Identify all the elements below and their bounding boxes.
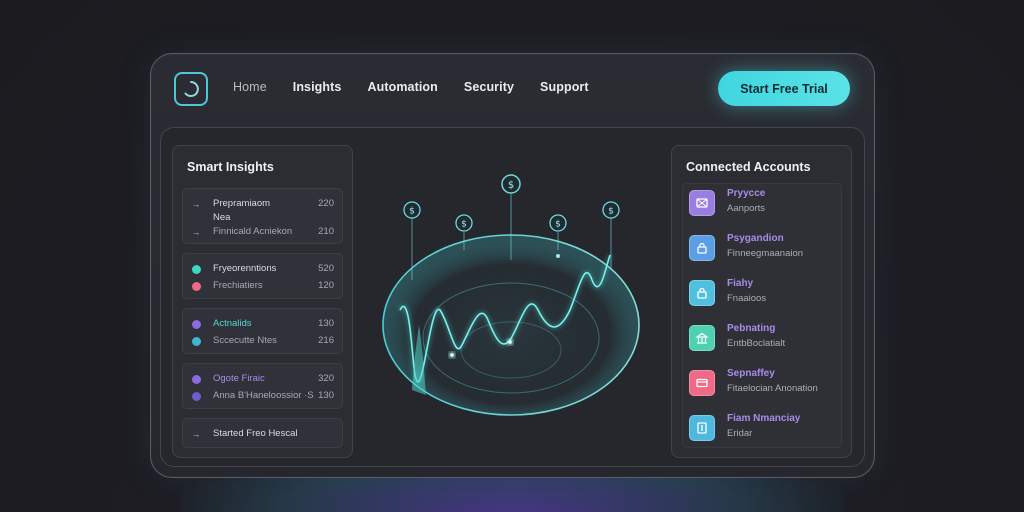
insight-value: 320 xyxy=(318,373,334,384)
card-icon xyxy=(689,370,715,396)
account-name: Fiahy xyxy=(727,278,754,289)
nav-support[interactable]: Support xyxy=(540,80,589,94)
dollar-pin-icon[interactable]: $ xyxy=(602,201,620,219)
insight-row: Actnalids 130 xyxy=(183,317,342,333)
svg-text:$: $ xyxy=(461,220,467,230)
insight-card[interactable]: Ogote Firaic 320 Anna B'Haneloossior ·S … xyxy=(182,363,343,409)
insight-label: Sccecutte Ntes xyxy=(213,335,277,346)
insight-label: Nea xyxy=(213,212,231,223)
status-dot xyxy=(192,337,201,346)
top-nav: Home Insights Automation Security Suppor… xyxy=(233,80,589,94)
status-dot xyxy=(192,282,201,291)
status-dot xyxy=(192,265,201,274)
bank-icon xyxy=(689,325,715,351)
insight-card[interactable]: Actnalids 130 Sccecutte Ntes 216 xyxy=(182,308,343,354)
data-point xyxy=(556,254,560,258)
dollar-pin-icon[interactable]: $ xyxy=(403,201,421,219)
insight-label: Finnicald Acniekon xyxy=(213,226,293,237)
arrow-right-icon: → xyxy=(191,227,201,237)
dollar-pin-icon[interactable]: $ xyxy=(455,214,473,232)
insight-label: Anna B'Haneloossior ·S xyxy=(213,390,314,401)
document-icon xyxy=(689,415,715,441)
logo-icon xyxy=(184,81,199,97)
panel-title: Smart Insights xyxy=(187,160,274,174)
insight-value: 216 xyxy=(318,335,334,346)
arrow-right-icon: → xyxy=(191,199,201,209)
account-description: Fnaaioos xyxy=(727,293,767,304)
insight-row: → Finnicald Acniekon 210 xyxy=(183,225,342,241)
insight-label: Ogote Firaic xyxy=(213,373,265,384)
insight-card[interactable]: → Started Freo Hescal xyxy=(182,418,343,448)
status-dot xyxy=(192,375,201,384)
accounts-list: Pryycce Aanports Psygandion Finneegmaana… xyxy=(682,183,842,448)
account-name: Sepnaffey xyxy=(727,368,775,379)
account-name: Fiam Nmanciay xyxy=(727,413,801,424)
insight-card[interactable]: Fryeorenntions 520 Frechiatiers 120 xyxy=(182,253,343,299)
nav-home[interactable]: Home xyxy=(233,80,267,94)
insight-value: 130 xyxy=(318,390,334,401)
account-item[interactable]: Fiahy Fnaaioos xyxy=(689,276,839,312)
insight-row: Sccecutte Ntes 216 xyxy=(183,334,342,350)
account-item[interactable]: Pryycce Aanports xyxy=(689,186,839,222)
insight-row: Fryeorenntions 520 xyxy=(183,262,342,278)
account-item[interactable]: Pebnating EntbBoclatialt xyxy=(689,321,839,357)
account-name: Psygandion xyxy=(727,233,784,244)
insight-label: Frechiatiers xyxy=(213,280,263,291)
insight-value: 120 xyxy=(318,280,334,291)
svg-text:$: $ xyxy=(409,207,415,217)
status-dot xyxy=(192,320,201,329)
nav-automation[interactable]: Automation xyxy=(367,80,437,94)
svg-text:$: $ xyxy=(555,220,561,230)
insight-value: 210 xyxy=(318,226,334,237)
insight-value: 130 xyxy=(318,318,334,329)
account-name: Pebnating xyxy=(727,323,776,334)
account-description: Eridar xyxy=(727,428,753,439)
insight-row: Frechiatiers 120 xyxy=(183,279,342,295)
insight-label: Fryeorenntions xyxy=(213,263,277,274)
insight-label: Prepramiaom xyxy=(213,198,271,209)
arrow-right-icon: → xyxy=(191,429,201,439)
data-point xyxy=(450,353,454,357)
dollar-pin-icon[interactable]: $ xyxy=(549,214,567,232)
svg-text:$: $ xyxy=(608,207,614,217)
start-free-trial-button[interactable]: Start Free Trial xyxy=(718,71,850,106)
app-logo[interactable] xyxy=(174,72,208,106)
insight-value: 220 xyxy=(318,198,334,209)
lock-icon xyxy=(689,235,715,261)
account-item[interactable]: Sepnaffey Fitaelocian Anonation xyxy=(689,366,839,402)
insights-visualization: $ $ $ $ $ xyxy=(382,174,640,416)
panel-title: Connected Accounts xyxy=(686,160,811,174)
account-description: Finneegmaanaion xyxy=(727,248,804,259)
insight-label: Actnalids xyxy=(213,318,252,329)
grid-icon xyxy=(689,190,715,216)
account-item[interactable]: Psygandion Finneegmaanaion xyxy=(689,231,839,267)
nav-security[interactable]: Security xyxy=(464,80,514,94)
insight-row: Ogote Firaic 320 xyxy=(183,372,342,388)
insight-card[interactable]: → Prepramiaom 220 Nea → Finnicald Acniek… xyxy=(182,188,343,244)
insight-label: Started Freo Hescal xyxy=(213,428,298,439)
nav-insights[interactable]: Insights xyxy=(293,80,342,94)
status-dot xyxy=(192,392,201,401)
account-description: Aanports xyxy=(727,203,766,214)
account-description: EntbBoclatialt xyxy=(727,338,786,349)
dollar-pin-icon[interactable]: $ xyxy=(501,174,521,194)
account-item[interactable]: Fiam Nmanciay Eridar xyxy=(689,411,839,447)
account-description: Fitaelocian Anonation xyxy=(727,383,818,394)
svg-text:$: $ xyxy=(508,180,514,191)
data-point xyxy=(508,340,512,344)
account-name: Pryycce xyxy=(727,188,766,199)
lock-icon xyxy=(689,280,715,306)
insight-value: 520 xyxy=(318,263,334,274)
insight-row: → Started Freo Hescal xyxy=(183,427,342,443)
insight-row: Anna B'Haneloossior ·S 130 xyxy=(183,389,342,405)
